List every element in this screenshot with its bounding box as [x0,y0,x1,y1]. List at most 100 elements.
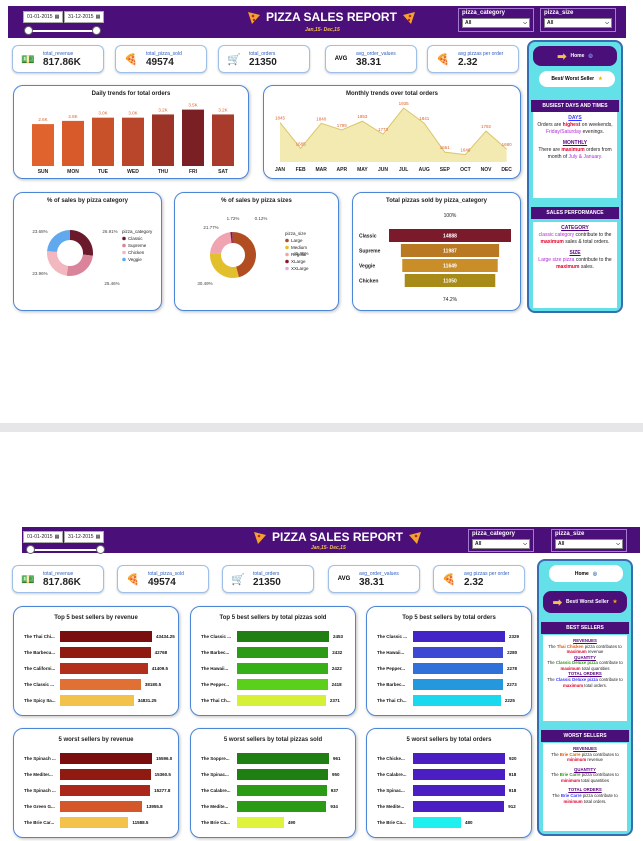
data-label: 1853 [357,114,368,119]
date-from-input[interactable]: 01-01-2015 ▦ [23,531,64,543]
tick-label: NOV [481,167,493,173]
worst-sellers-header: WORST SELLERS [541,730,629,742]
size-dropdown[interactable]: All ⌵ [555,539,623,549]
tick-label: WED [127,169,139,175]
category-label: The Hawaii... [377,650,405,655]
date-to-input[interactable]: 31-12-2015 ▦ [64,531,105,543]
data-label: 1685 [296,141,307,146]
filter-pizza-size[interactable]: pizza_size All ⌵ [551,529,627,552]
money-icon: 💵 [21,573,35,586]
category-text: classic category contribute to the maxim… [538,231,612,245]
bar-row: The Brie Car... 11588.5 [24,817,148,828]
best-worst-seller-button[interactable]: Best/ Worst Seller ★ [539,71,615,87]
calendar-icon: ▦ [95,534,101,540]
date-slider[interactable] [30,549,100,551]
legend-label: Medium [291,245,307,250]
data-label: 15360.5 [154,772,171,777]
data-label: 1661 [440,145,451,150]
bar [413,679,503,690]
data-label: 3.5K [188,103,197,108]
data-label: 2371 [329,698,340,703]
kpi-card: 🍕 avg pizzas per order 2.32 [433,565,525,593]
slice [70,230,93,256]
category-label: The Thai Ch... [377,698,407,703]
tick-label: SUN [38,169,49,175]
data-label: 2273 [506,682,517,687]
date-slider[interactable] [28,30,96,32]
size-text: Large size pizza contribute to the maxim… [538,257,612,270]
legend-title: pizza_category [122,229,153,234]
legend-label: Veggie [128,257,142,262]
data-label: 1.72% [227,216,240,221]
bar-row: The Spinac... 950 [201,769,339,780]
home-button[interactable]: Home ◎ [549,565,623,582]
cart-icon: 🛒 [227,53,241,66]
arrow-right-icon: ➡ [552,596,563,609]
bar-row: The Classic ... 2453 [201,631,343,642]
avg-icon: AVG [334,56,348,62]
horizontal-bar-card: Top 5 best sellers by revenue The Thai Ch… [13,606,179,716]
category-dropdown[interactable]: All ⌵ [462,18,530,28]
monthly-title: MONTHLY [562,140,588,147]
tick-label: AUG [419,167,430,173]
category-label: The Green G... [24,804,55,809]
kpi-label: total_orders [249,50,276,57]
bar [92,117,114,166]
data-label: 2278 [506,666,517,671]
category-label: The Classic ... [24,682,55,687]
bar-row: The Mediter... 15360.5 [24,769,171,780]
filter-pizza-category[interactable]: pizza_category All ⌵ [468,529,534,552]
kpi-card: 🛒 total_orders 21350 [218,45,310,73]
slice [66,254,93,276]
bar [237,753,329,764]
arrow-right-icon: ➡ [557,50,567,63]
size-donut-chart: 45.89%30.49%21.77%1.72% 0.12%pizza_sizeLa… [197,216,309,286]
data-label: 1680 [502,142,513,147]
bar-row: The Barbec... 2273 [377,679,517,690]
data-label: 918 [508,772,517,777]
category-label: Veggie [359,264,375,270]
bar [237,785,327,796]
bar [413,801,505,812]
size-dropdown[interactable]: All ⌵ [544,18,612,28]
data-label: 920 [509,756,517,761]
bar [413,785,505,796]
bar [60,801,143,812]
date-from-input[interactable]: 01-01-2015 ▦ [23,11,64,23]
best-sellers-body: REVENUES The Thai Chicken pizza contribu… [543,635,627,721]
filter-pizza-category[interactable]: pizza_category All ⌵ [458,8,534,32]
bar [237,631,329,642]
home-button[interactable]: ➡ Home ◎ [533,46,617,66]
tick-label: TUE [98,169,109,175]
best-worst-seller-button[interactable]: ➡ Best/ Worst Seller ★ [543,591,627,613]
slider-handle-start[interactable] [24,26,33,35]
bar [237,817,284,828]
slider-handle-end[interactable] [96,545,105,554]
data-label: 2418 [331,682,342,687]
tick-label: JAN [275,167,285,173]
kpi-card: AVG avg_order_values 38.31 [328,565,420,593]
data-label: 30.49% [197,281,212,286]
legend-marker [122,257,126,262]
data-label: 15596.0 [156,756,173,761]
bar [60,753,152,764]
bar-row: The Green G... 13955.8 [24,801,163,812]
pizza-icon: 🍕 [126,573,140,586]
bar-row: The Spicy Ita... 34831.25 [24,695,157,706]
bar-row: The Hawaii... 2422 [201,663,342,674]
data-label: 2.6K [38,117,47,122]
bar [212,114,234,166]
slider-handle-end[interactable] [92,26,101,35]
horizontal-bar-card: 5 worst sellers by revenue The Spinach ..… [13,728,179,838]
slider-handle-start[interactable] [26,545,35,554]
data-label: 1845 [275,116,286,121]
performance-body: CATEGORY classic category contribute to … [533,222,617,308]
calendar-icon: ▦ [54,14,60,20]
category-funnel-card: Total pizzas sold by pizza_category 100%… [352,192,521,311]
kpi-label: total_orders [253,570,280,577]
filter-pizza-size[interactable]: pizza_size All ⌵ [540,8,616,32]
tick-label: FRI [189,169,198,175]
category-label: The Brie Ca... [377,820,406,825]
category-dropdown[interactable]: All ⌵ [472,539,530,549]
date-to-input[interactable]: 31-12-2015 ▦ [64,11,105,23]
